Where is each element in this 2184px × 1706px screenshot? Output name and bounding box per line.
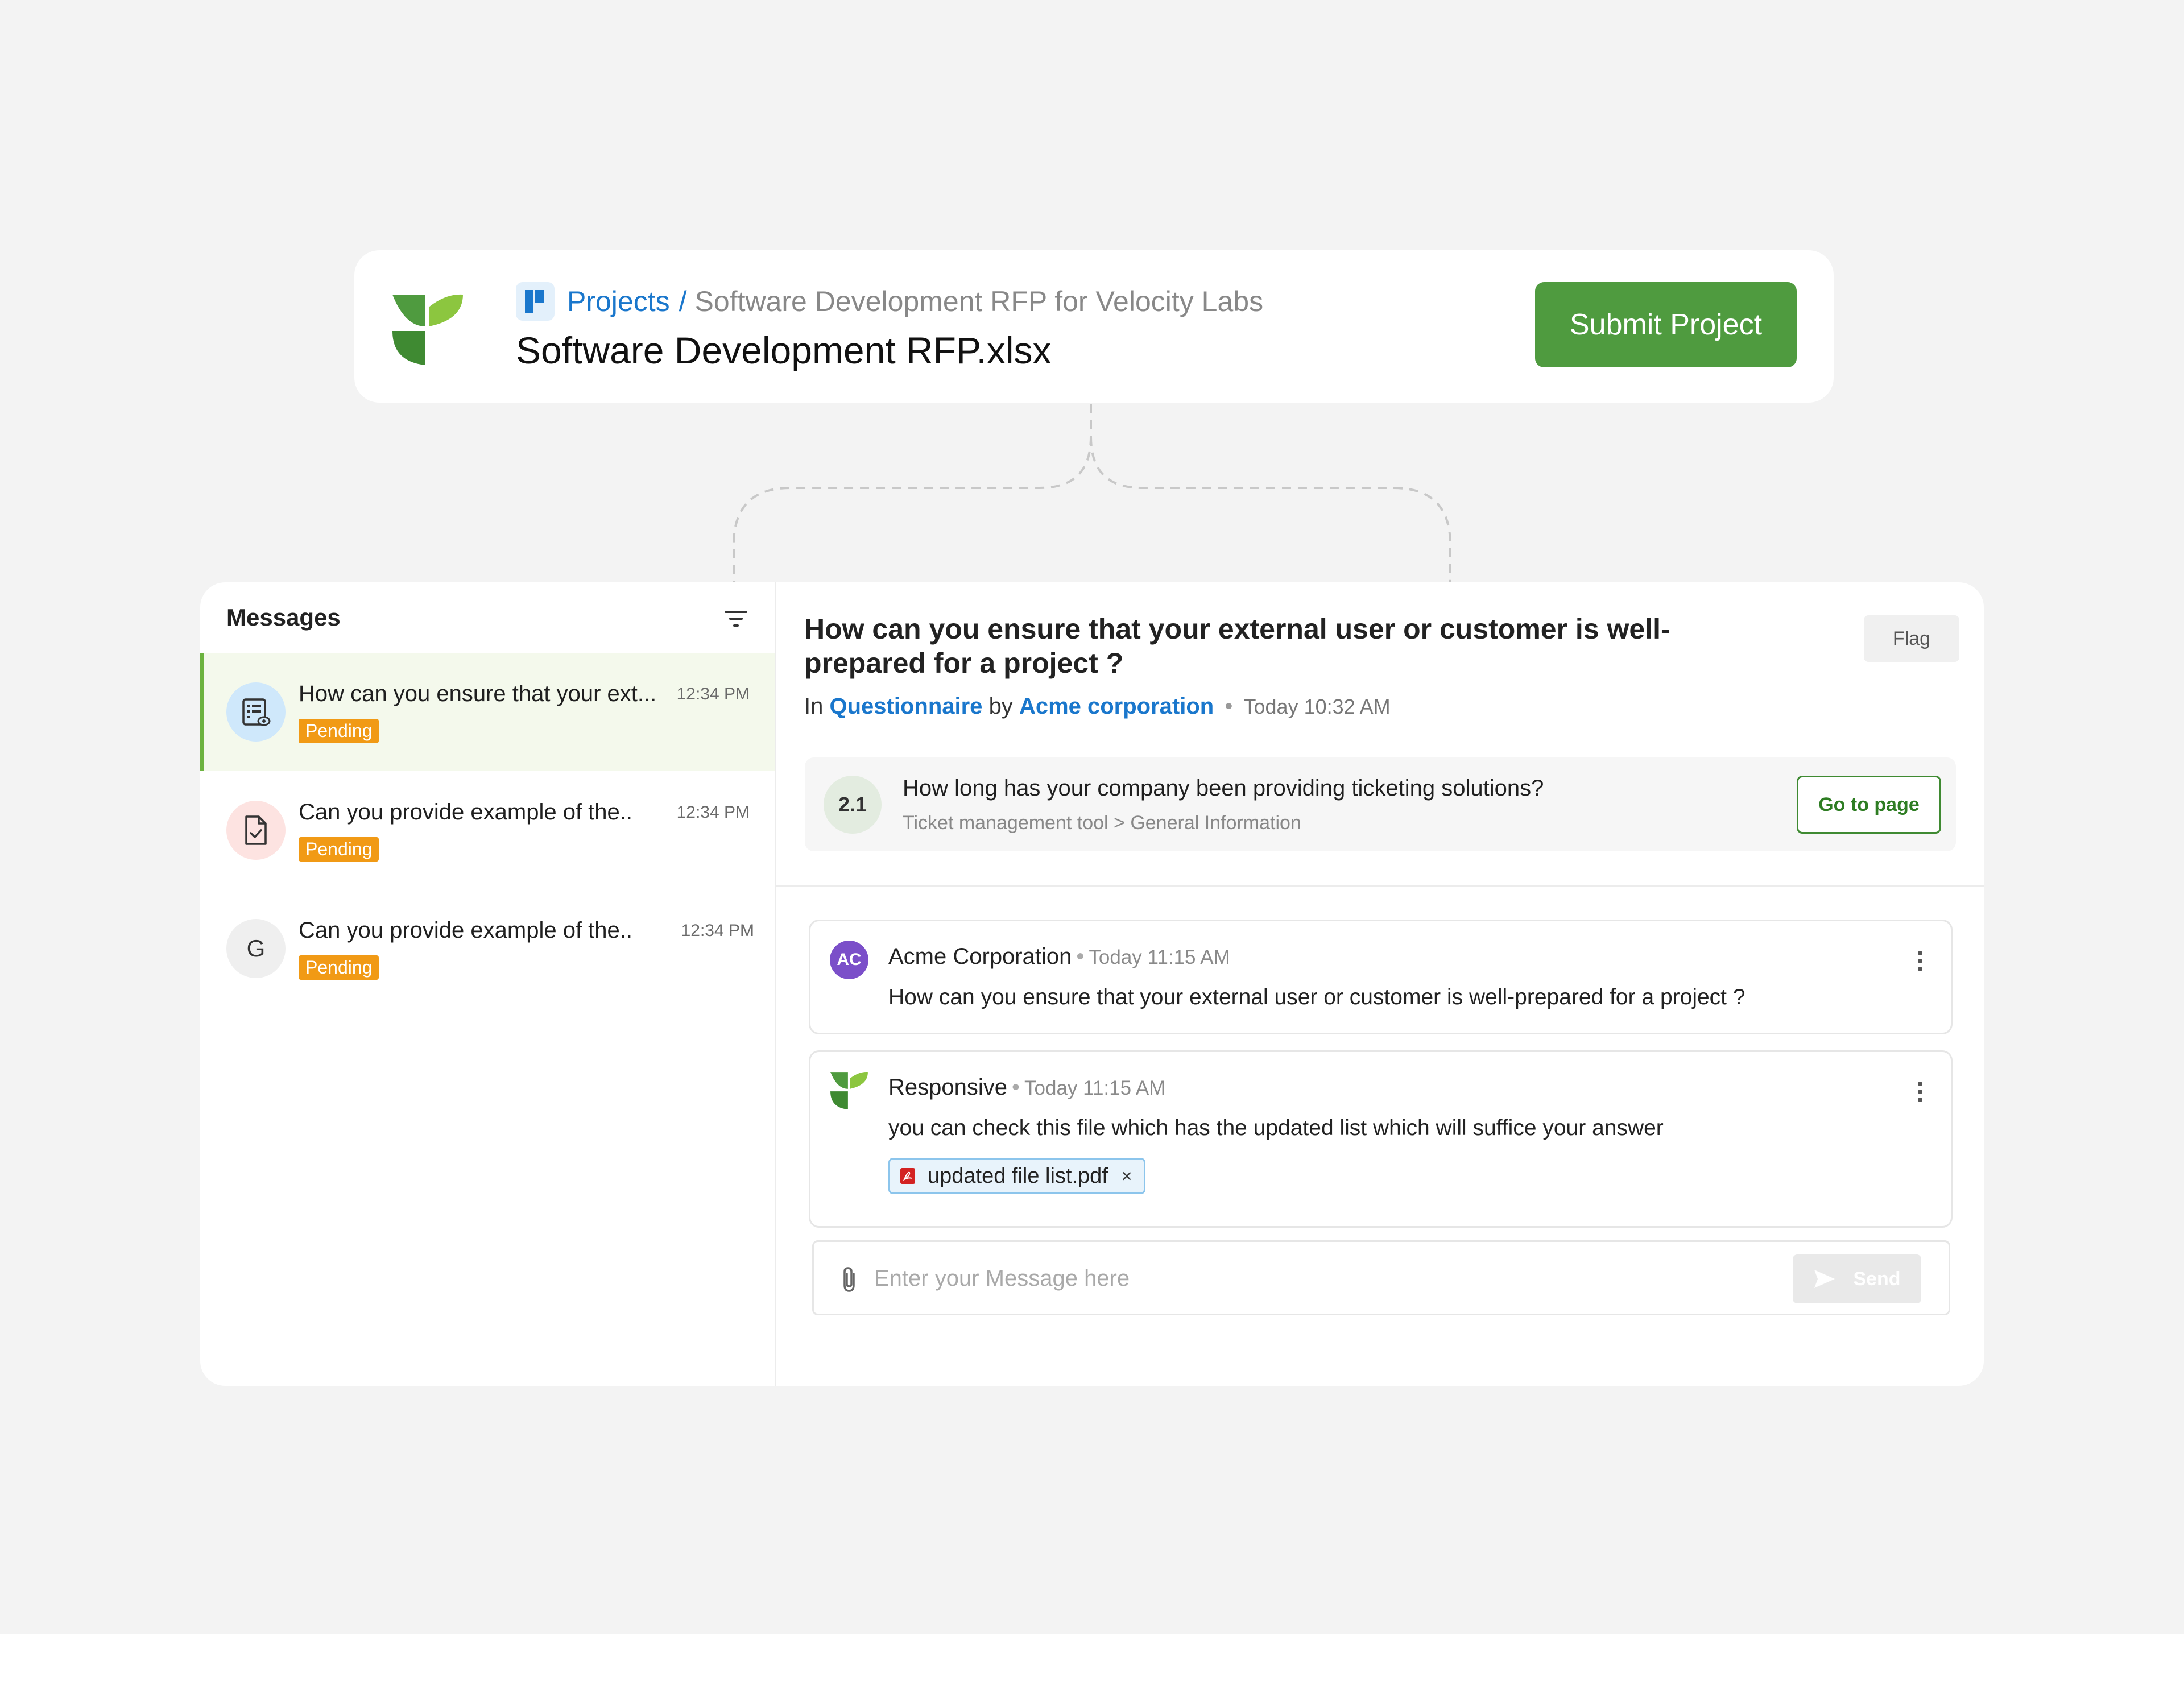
file-title: Software Development RFP.xlsx — [516, 329, 1052, 371]
message-preview: How can you ensure that your ext... — [299, 681, 657, 706]
message-time: 12:34 PM — [676, 803, 750, 822]
message-preview: Can you provide example of the.. — [299, 800, 633, 825]
more-options-icon[interactable] — [1917, 950, 1924, 972]
question-meta: In Questionnaire by Acme corporation • T… — [804, 694, 1391, 719]
question-title: How can you ensure that your external us… — [804, 613, 1670, 679]
comment-card: AC Acme Corporation • Today 11:15 AM How c… — [809, 920, 1953, 1034]
comment-author: Acme Corporation — [888, 944, 1072, 969]
comment-body: How can you ensure that your external us… — [888, 985, 1745, 1009]
message-list-item[interactable]: Can you provide example of the.. 12:34 P… — [200, 771, 775, 889]
comment-time: Today 11:15 AM — [1089, 946, 1230, 968]
comment-author: Responsive — [888, 1075, 1008, 1100]
meta-timestamp: Today 10:32 AM — [1243, 695, 1391, 718]
avatar: AC — [830, 941, 868, 979]
question-number-badge: 2.1 — [824, 776, 882, 834]
messages-title: Messages — [226, 604, 341, 631]
attachment-chip[interactable]: updated file list.pdf × — [888, 1158, 1145, 1194]
comment-card: Responsive • Today 11:15 AM you can check … — [809, 1050, 1953, 1228]
message-list-item[interactable]: G Can you provide example of the.. 12:34… — [200, 889, 775, 1008]
submit-project-button[interactable]: Submit Project — [1535, 282, 1797, 367]
filter-icon[interactable] — [723, 607, 748, 630]
referenced-question-path: Ticket management tool > General Informa… — [903, 812, 1301, 834]
breadcrumb-current: Software Development RFP for Velocity La… — [694, 285, 1264, 317]
meta-in: In — [804, 694, 824, 719]
project-header-card: Projects / Software Development RFP for … — [354, 250, 1834, 403]
send-button[interactable]: Send — [1793, 1254, 1921, 1303]
meta-by: by — [988, 694, 1013, 719]
meta-separator: • — [1225, 694, 1233, 719]
status-badge: Pending — [299, 719, 379, 743]
more-options-icon[interactable] — [1917, 1080, 1924, 1103]
breadcrumb-projects-link[interactable]: Projects — [567, 285, 670, 318]
referenced-question-card: 2.1 How long has your company been provi… — [805, 757, 1956, 851]
send-label: Send — [1853, 1268, 1901, 1290]
message-detail-pane: How can you ensure that your external us… — [776, 582, 1984, 1386]
connector-lines — [733, 404, 1451, 582]
message-input[interactable] — [874, 1258, 1784, 1299]
attachment-name: updated file list.pdf — [928, 1163, 1108, 1188]
messages-list-pane: Messages How can you ensure that your ex… — [200, 582, 776, 1386]
paperclip-icon[interactable] — [839, 1266, 862, 1293]
brand-logo-icon — [830, 1071, 868, 1109]
send-icon — [1814, 1270, 1835, 1288]
messages-panel: Messages How can you ensure that your ex… — [200, 582, 1984, 1386]
questionnaire-link[interactable]: Questionnaire — [829, 694, 982, 719]
breadcrumb-separator: / — [679, 285, 687, 317]
comment-separator: • — [1012, 1075, 1020, 1100]
breadcrumb: Projects / Software Development RFP for … — [516, 279, 1263, 324]
comment-time: Today 11:15 AM — [1024, 1077, 1166, 1099]
message-preview: Can you provide example of the.. — [299, 918, 633, 943]
project-board-icon — [516, 282, 555, 321]
divider — [776, 885, 1984, 887]
message-time: 12:34 PM — [681, 921, 754, 940]
comment-header: Responsive • Today 11:15 AM — [888, 1075, 1165, 1100]
remove-attachment-icon[interactable]: × — [1122, 1166, 1132, 1187]
referenced-question-text: How long has your company been providing… — [903, 776, 1544, 801]
avatar: G — [226, 919, 286, 978]
message-composer: Send — [812, 1240, 1950, 1315]
message-list-item[interactable]: How can you ensure that your ext... 12:3… — [200, 653, 775, 771]
comment-header: Acme Corporation • Today 11:15 AM — [888, 944, 1230, 970]
brand-logo-icon — [392, 294, 463, 365]
status-badge: Pending — [299, 955, 379, 980]
flag-button[interactable]: Flag — [1864, 615, 1959, 662]
message-time: 12:34 PM — [676, 685, 750, 703]
questionnaire-icon — [226, 682, 286, 742]
comment-body: you can check this file which has the up… — [888, 1116, 1664, 1140]
comment-separator: • — [1076, 944, 1085, 969]
pdf-file-icon — [900, 1168, 915, 1184]
organization-link[interactable]: Acme corporation — [1019, 694, 1214, 719]
document-check-icon — [226, 801, 286, 860]
go-to-page-button[interactable]: Go to page — [1797, 776, 1941, 834]
status-badge: Pending — [299, 837, 379, 862]
